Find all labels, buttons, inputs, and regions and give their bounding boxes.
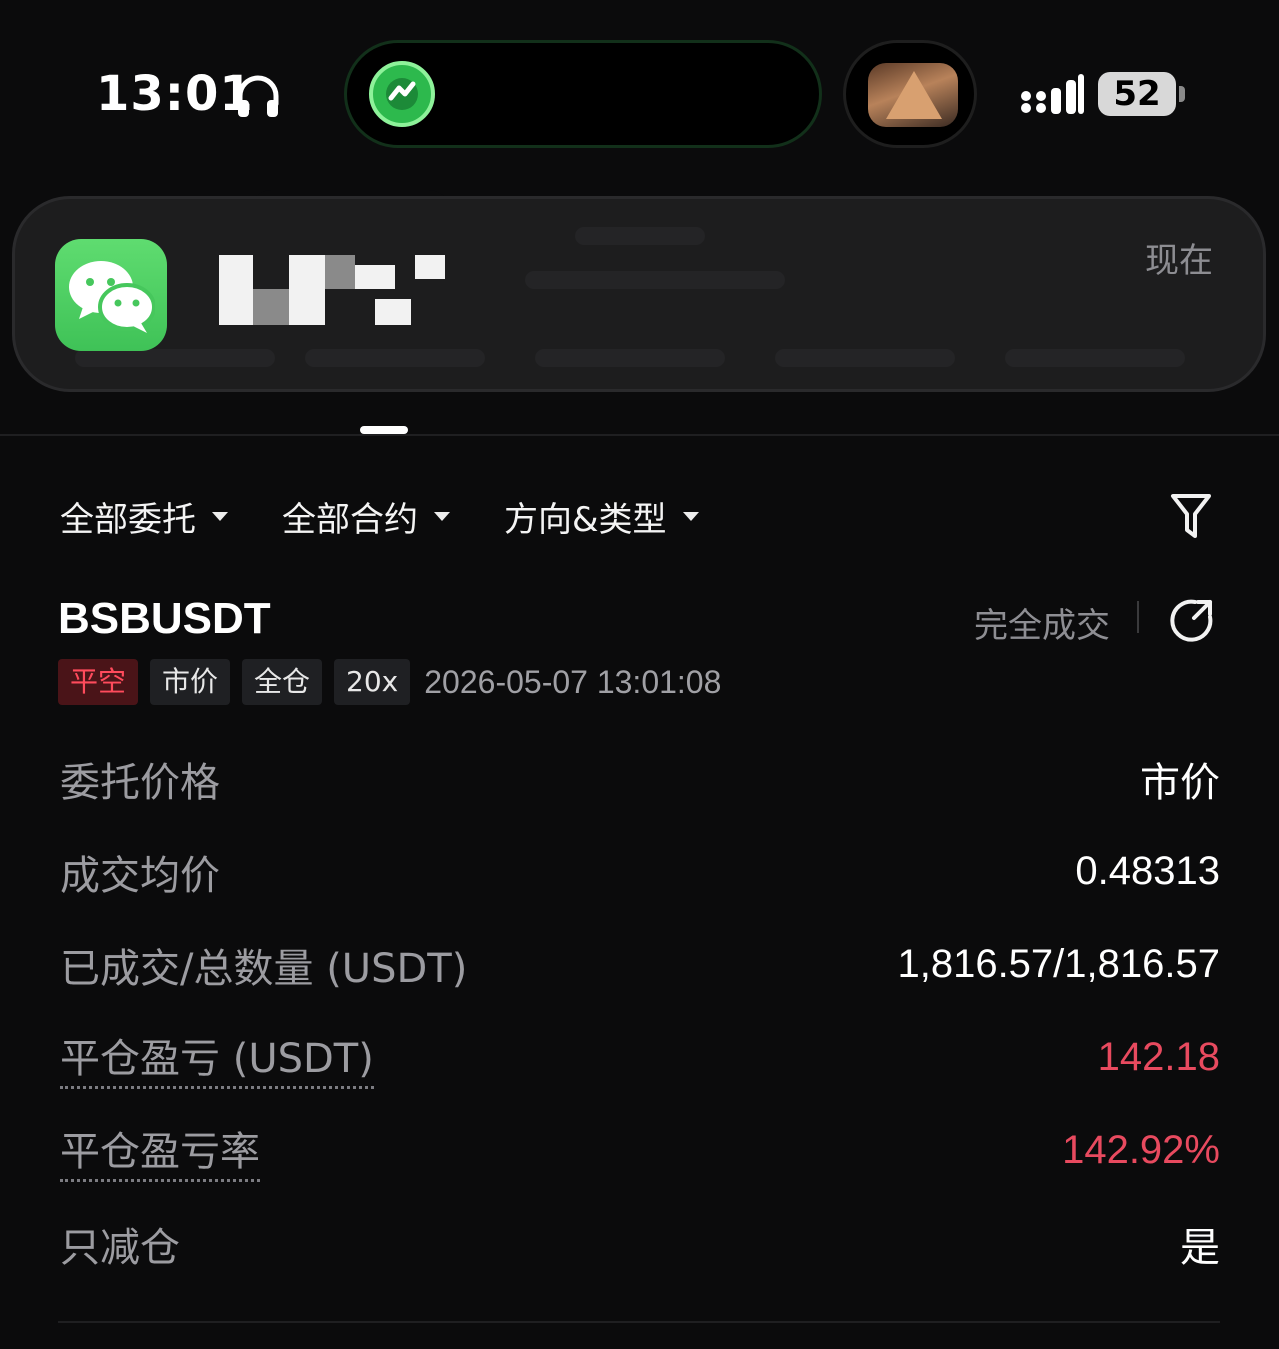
blurred-text (75, 349, 275, 367)
pixelation-block (289, 255, 325, 325)
blurred-text (1005, 349, 1185, 367)
dynamic-island-activity[interactable] (344, 40, 822, 148)
filter-label: 全部委托 (60, 499, 196, 540)
divider (58, 1321, 1220, 1323)
blurred-text (305, 349, 485, 367)
detail-value-pnl: 142.18 (1097, 1035, 1220, 1079)
cellular-signal-icon (1021, 74, 1084, 114)
battery-indicator: 52 (1098, 72, 1176, 116)
detail-value: 1,816.57/1,816.57 (897, 942, 1220, 986)
wechat-icon (55, 239, 167, 351)
tag-order-type: 市价 (150, 659, 231, 705)
media-thumbnail (868, 63, 958, 127)
filter-all-orders-dropdown[interactable]: 全部委托 (60, 492, 228, 541)
status-bar: 13:01 52 (0, 0, 1279, 180)
filter-bar: 全部委托 全部合约 方向&类型 (60, 486, 753, 546)
caret-down-icon (212, 511, 228, 521)
blurred-text (535, 349, 725, 367)
pixelation-block (219, 255, 253, 325)
blurred-text (525, 271, 785, 289)
tag-margin-mode: 全仓 (242, 659, 323, 705)
detail-row-filled-total: 已成交/总数量 (USDT) 1,816.57/1,816.57 (60, 918, 1220, 1011)
headphone-icon (237, 75, 279, 117)
detail-label-tooltip[interactable]: 平仓盈亏 (USDT) (60, 1026, 374, 1089)
funnel-icon[interactable] (1170, 492, 1212, 540)
detail-label: 委托价格 (60, 759, 220, 806)
pixelation-block (325, 255, 355, 289)
blurred-text (775, 349, 955, 367)
share-icon[interactable] (1168, 598, 1214, 644)
detail-row-close-pnl-rate: 平仓盈亏率 142.92% (60, 1104, 1220, 1197)
detail-row-avg-price: 成交均价 0.48313 (60, 825, 1220, 918)
detail-label-tooltip[interactable]: 平仓盈亏率 (60, 1119, 260, 1182)
detail-row-order-price: 委托价格 市价 (60, 732, 1220, 825)
filter-direction-type-dropdown[interactable]: 方向&类型 (504, 492, 699, 541)
detail-label: 成交均价 (60, 852, 220, 899)
media-live-activity[interactable] (843, 40, 977, 148)
detail-row-reduce-only: 只减仓 是 (60, 1197, 1220, 1290)
caret-down-icon (434, 511, 450, 521)
detail-label: 只减仓 (60, 1224, 180, 1271)
notification-time: 现在 (1145, 241, 1213, 281)
pixelation-block (415, 255, 445, 279)
tag-close-short: 平空 (58, 659, 139, 705)
order-timestamp: 2026-05-07 13:01:08 (424, 663, 722, 700)
battery-nub (1179, 86, 1185, 102)
order-details: 委托价格 市价 成交均价 0.48313 已成交/总数量 (USDT) 1,81… (60, 732, 1220, 1290)
status-time: 13:01 (96, 66, 254, 122)
pixelation-block (253, 289, 289, 325)
detail-value: 市价 (1140, 759, 1220, 806)
contract-symbol[interactable]: BSBUSDT (58, 594, 271, 644)
wechat-notification-banner[interactable]: 现在 (12, 196, 1266, 392)
filter-label: 全部合约 (282, 499, 418, 540)
order-status: 完全成交 (974, 606, 1110, 646)
pixelation-block (355, 265, 395, 289)
caret-down-icon (682, 511, 699, 521)
order-tags: 平空 市价 全仓 20x 2026-05-07 13:01:08 (58, 659, 721, 705)
detail-label: 已成交/总数量 (USDT) (60, 945, 468, 992)
blurred-text (575, 227, 705, 245)
live-activity-app-icon (369, 61, 435, 127)
drag-handle[interactable] (360, 426, 408, 434)
pixelation-block (375, 299, 411, 325)
divider (0, 434, 1279, 436)
tag-leverage: 20x (334, 659, 411, 705)
detail-value: 是 (1180, 1224, 1220, 1271)
filter-all-contracts-dropdown[interactable]: 全部合约 (282, 492, 450, 541)
detail-row-close-pnl: 平仓盈亏 (USDT) 142.18 (60, 1011, 1220, 1104)
detail-value-pnl-rate: 142.92% (1062, 1128, 1220, 1172)
notification-sender-redacted (219, 255, 449, 325)
filter-label: 方向&类型 (504, 499, 667, 540)
detail-value: 0.48313 (1075, 849, 1220, 893)
divider (1137, 601, 1139, 633)
